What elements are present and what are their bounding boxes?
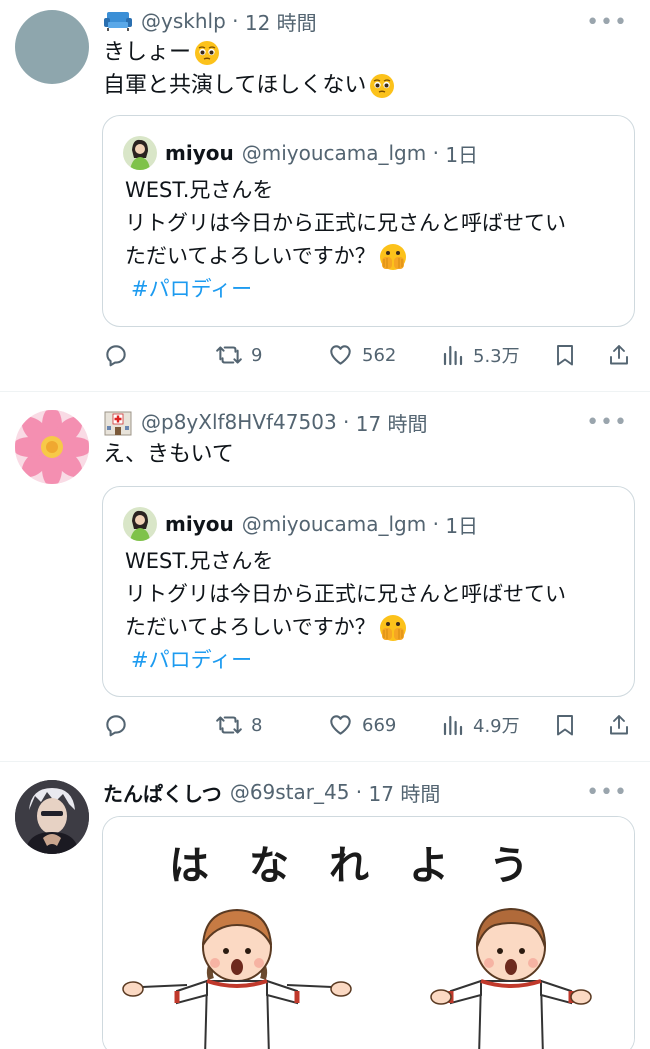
share-icon	[610, 715, 628, 735]
quote-line: ただいてよろしいですか？	[125, 615, 376, 639]
illustration: はなれよう	[103, 817, 634, 1049]
like-count: 562	[362, 344, 397, 366]
separator-dot: ·	[426, 512, 446, 536]
pleading-face-icon	[368, 72, 396, 100]
share-icon	[610, 345, 628, 365]
reply-button[interactable]	[103, 340, 129, 370]
separator-dot: ·	[349, 780, 369, 804]
view-count: 5.3万	[473, 346, 520, 367]
user-handle[interactable]: @69star_45	[230, 780, 350, 804]
more-dots-icon[interactable]: •••	[586, 410, 628, 435]
tweet-line: 自軍と共演してほしくない	[103, 73, 367, 98]
quote-header: miyou @miyoucama_lgm · 1日	[123, 136, 478, 170]
avatar[interactable]	[15, 10, 89, 84]
retweet-icon	[216, 716, 242, 734]
retweet-count: 8	[251, 714, 263, 736]
sofa-emoji-icon	[103, 9, 133, 33]
reply-button[interactable]	[103, 710, 129, 740]
heart-icon	[330, 715, 351, 735]
quote-line: WEST.兄さんを	[125, 178, 274, 202]
tweet-text: え、きもいて	[103, 438, 234, 471]
face-with-hand-over-mouth-icon	[378, 613, 408, 643]
share-button[interactable]	[607, 340, 631, 370]
separator-dot: ·	[336, 410, 356, 434]
retweet-button[interactable]: 9	[215, 340, 262, 370]
timestamp[interactable]: 17 時間	[369, 778, 441, 807]
quote-line: リトグリは今日から正式に兄さんと呼ばせてい	[125, 211, 566, 235]
retweet-count: 9	[251, 344, 263, 366]
views-button[interactable]: 4.9万	[441, 710, 520, 740]
tweet-text: きしょー 自軍と共演してほしくない	[103, 36, 396, 102]
tweet-line: え、きもいて	[103, 442, 234, 467]
like-button[interactable]: 669	[327, 710, 396, 740]
tweet[interactable]: @p8yXlf8HVf47503 · 17 時間 ••• え、きもいて miyo…	[0, 392, 650, 760]
more-dots-icon[interactable]: •••	[586, 10, 628, 35]
quote-handle[interactable]: @miyoucama_lgm	[242, 512, 427, 536]
heart-icon	[330, 345, 351, 365]
avatar[interactable]	[15, 780, 89, 854]
reply-icon	[106, 345, 126, 367]
tweet-header: たんぱくしつ @69star_45 · 17 時間	[103, 778, 441, 807]
hospital-emoji-icon	[103, 408, 133, 436]
tweet[interactable]: たんぱくしつ @69star_45 · 17 時間 ••• はなれよう	[0, 762, 650, 1049]
tweet[interactable]: @yskhlp · 12 時間 ••• きしょー 自軍と共演してほしくない mi…	[0, 0, 650, 390]
quote-avatar[interactable]	[123, 136, 157, 170]
separator-dot: ·	[225, 9, 245, 33]
quote-text: WEST.兄さんを リトグリは今日から正式に兄さんと呼ばせてい ただいてよろしい…	[125, 545, 566, 677]
hashtag-link[interactable]: #パロディー	[131, 644, 252, 677]
media-image[interactable]: はなれよう	[102, 816, 635, 1049]
tweet-header: @yskhlp · 12 時間	[103, 7, 317, 36]
timestamp[interactable]: 17 時間	[356, 408, 428, 437]
tweet-header: @p8yXlf8HVf47503 · 17 時間	[103, 408, 428, 437]
hashtag-link[interactable]: #パロディー	[131, 273, 252, 306]
quote-display-name[interactable]: miyou	[165, 141, 234, 165]
quote-tweet[interactable]: miyou @miyoucama_lgm · 1日 WEST.兄さんを リトグリ…	[102, 486, 635, 697]
quote-line: リトグリは今日から正式に兄さんと呼ばせてい	[125, 582, 566, 606]
more-dots-icon[interactable]: •••	[586, 780, 628, 805]
bookmark-button[interactable]	[553, 710, 577, 740]
views-icon	[443, 345, 463, 366]
quote-line: ただいてよろしいですか？	[125, 244, 376, 268]
like-button[interactable]: 562	[327, 340, 396, 370]
quote-timestamp[interactable]: 1日	[445, 510, 478, 539]
bookmark-icon	[557, 345, 573, 366]
retweet-icon	[216, 346, 242, 364]
user-handle[interactable]: @yskhlp	[141, 9, 226, 33]
tweet-line: きしょー	[103, 40, 192, 65]
pleading-face-icon	[193, 39, 221, 67]
quote-avatar[interactable]	[123, 507, 157, 541]
face-with-hand-over-mouth-icon	[378, 242, 408, 272]
share-button[interactable]	[607, 710, 631, 740]
timestamp[interactable]: 12 時間	[245, 7, 317, 36]
views-icon	[443, 715, 463, 736]
bookmark-icon	[557, 715, 573, 736]
display-name[interactable]: たんぱくしつ	[103, 778, 222, 807]
image-caption: はなれよう	[169, 843, 569, 889]
quote-handle[interactable]: @miyoucama_lgm	[242, 141, 427, 165]
quote-line: WEST.兄さんを	[125, 549, 274, 573]
quote-display-name[interactable]: miyou	[165, 512, 234, 536]
quote-text: WEST.兄さんを リトグリは今日から正式に兄さんと呼ばせてい ただいてよろしい…	[125, 174, 566, 306]
quote-timestamp[interactable]: 1日	[445, 139, 478, 168]
separator-dot: ·	[426, 141, 446, 165]
quote-header: miyou @miyoucama_lgm · 1日	[123, 507, 478, 541]
like-count: 669	[362, 714, 397, 736]
view-count: 4.9万	[473, 716, 520, 737]
action-bar: 8 669 4.9万	[103, 710, 633, 740]
bookmark-button[interactable]	[553, 340, 577, 370]
views-button[interactable]: 5.3万	[441, 340, 520, 370]
reply-icon	[106, 715, 126, 737]
user-handle[interactable]: @p8yXlf8HVf47503	[141, 410, 337, 434]
quote-tweet[interactable]: miyou @miyoucama_lgm · 1日 WEST.兄さんを リトグリ…	[102, 115, 635, 327]
action-bar: 9 562 5.3万	[103, 340, 633, 370]
avatar[interactable]	[15, 410, 89, 484]
retweet-button[interactable]: 8	[215, 710, 262, 740]
